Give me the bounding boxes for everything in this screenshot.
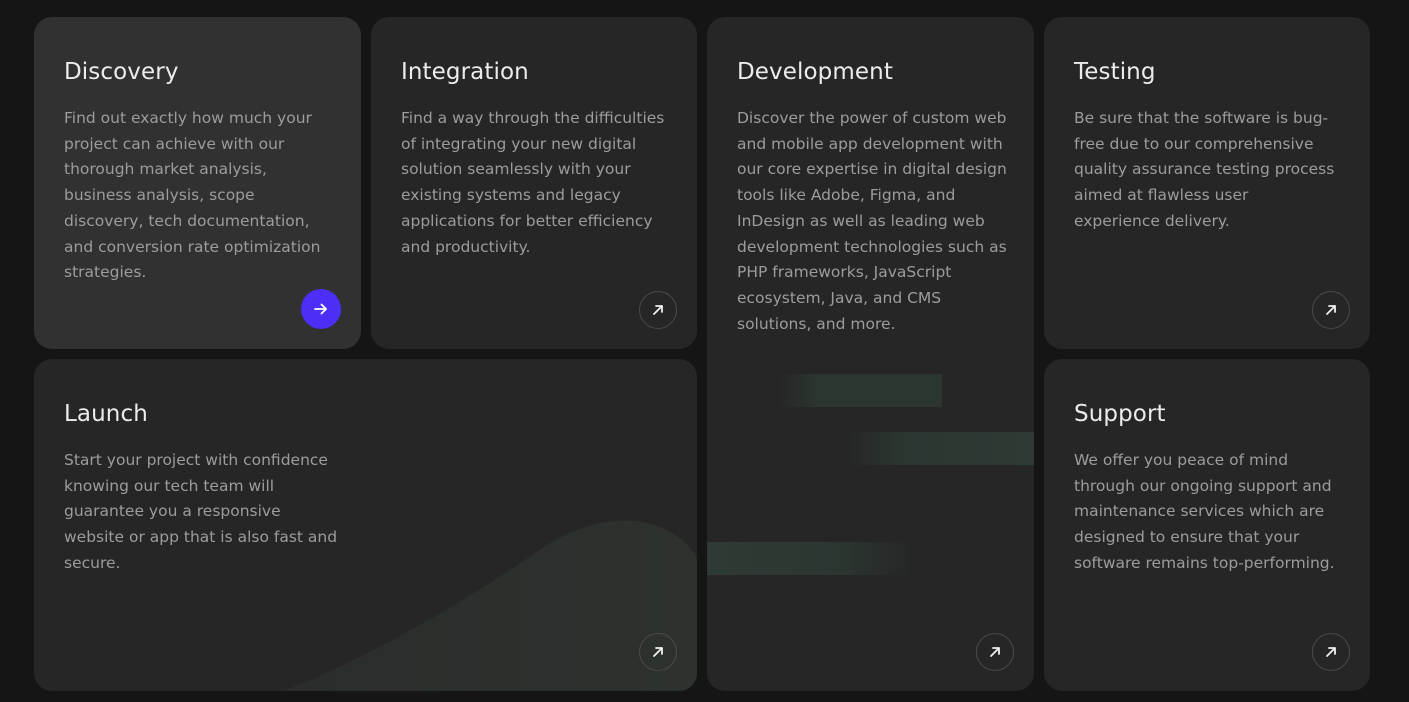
card-testing[interactable]: Testing Be sure that the software is bug… [1044,17,1370,349]
card-title: Support [1074,401,1166,427]
card-description: Find a way through the difficulties of i… [401,109,665,256]
card-description: Find out exactly how much your project c… [64,109,321,282]
arrow-up-right-button[interactable] [976,633,1014,671]
arrow-up-right-button[interactable] [1312,633,1350,671]
card-description: Start your project with confidence knowi… [64,451,338,572]
arrow-up-right-icon [651,303,665,317]
arrow-up-right-button[interactable] [639,633,677,671]
arrow-up-right-icon [1324,645,1338,659]
card-development[interactable]: Development Discover the power of custom… [707,17,1034,691]
card-title: Integration [401,59,529,85]
decorative-stripe [779,374,942,407]
arrow-up-right-button[interactable] [639,291,677,329]
card-title: Launch [64,401,148,427]
card-description: Discover the power of custom web and mob… [737,109,1007,333]
arrow-up-right-icon [988,645,1002,659]
decorative-stripe [847,432,1034,465]
card-integration[interactable]: Integration Find a way through the diffi… [371,17,697,349]
card-discovery[interactable]: Discovery Find out exactly how much your… [34,17,361,349]
card-title: Testing [1074,59,1156,85]
services-grid: Discovery Find out exactly how much your… [0,0,1409,702]
arrow-right-icon [313,301,329,317]
arrow-right-button[interactable] [301,289,341,329]
card-support[interactable]: Support We offer you peace of mind throu… [1044,359,1370,691]
decorative-stripe [707,542,912,575]
card-title: Development [737,59,893,85]
arrow-up-right-button[interactable] [1312,291,1350,329]
arrow-up-right-icon [651,645,665,659]
arrow-up-right-icon [1324,303,1338,317]
card-title: Discovery [64,59,179,85]
card-description: Be sure that the software is bug-free du… [1074,109,1335,230]
card-description: We offer you peace of mind through our o… [1074,451,1335,572]
card-launch[interactable]: Launch Start your project with confidenc… [34,359,697,691]
